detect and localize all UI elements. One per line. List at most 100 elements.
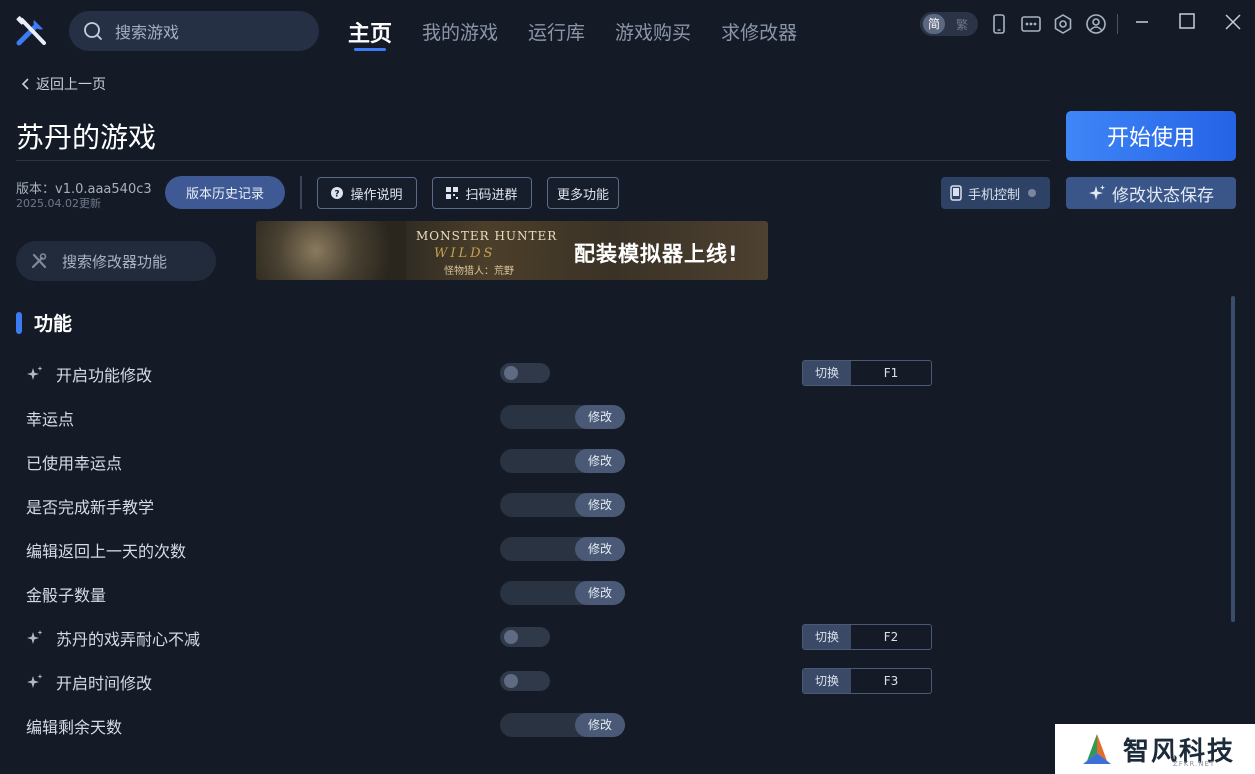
feature-label-text: 苏丹的戏弄耐心不减: [56, 630, 201, 649]
modify-button[interactable]: 修改: [575, 493, 625, 517]
feature-label: 开启时间修改: [26, 670, 152, 694]
feature-row: 开启功能修改 切换 F1: [26, 360, 936, 386]
tab-my-games[interactable]: 我的游戏: [422, 0, 498, 62]
feature-label-text: 已使用幸运点: [26, 454, 123, 473]
feature-row: 幸运点 修改: [26, 405, 936, 429]
modify-button[interactable]: 修改: [575, 581, 625, 605]
feature-label: 是否完成新手教学: [26, 494, 154, 518]
feature-toggle[interactable]: [500, 627, 550, 647]
banner-title-cn: 怪物猎人：荒野: [444, 266, 514, 277]
modify-button[interactable]: 修改: [575, 449, 625, 473]
hotkey-action: 切换: [803, 361, 851, 385]
help-icon: ?: [331, 187, 344, 200]
phone-icon: [950, 185, 962, 201]
feature-row: 编辑返回上一天的次数 修改: [26, 537, 936, 561]
feature-row: 已使用幸运点 修改: [26, 449, 936, 473]
chat-icon[interactable]: [1020, 13, 1042, 35]
sparkle-icon: [1089, 185, 1105, 200]
feature-label: 编辑剩余天数: [26, 714, 122, 738]
back-label: 返回上一页: [36, 77, 106, 93]
user-icon[interactable]: [1085, 13, 1107, 35]
feature-value-field[interactable]: 修改: [500, 537, 625, 561]
lang-simplified[interactable]: 简: [923, 14, 945, 34]
banner-slogan: 配装模拟器上线!: [574, 242, 739, 266]
sparkle-icon: [27, 366, 43, 380]
settings-icon[interactable]: [1052, 13, 1074, 35]
feature-row: 金骰子数量 修改: [26, 581, 936, 605]
feature-label: 金骰子数量: [26, 582, 106, 606]
game-search-input[interactable]: 搜索游戏: [69, 11, 319, 51]
feature-label-text: 幸运点: [26, 410, 75, 429]
more-label: 更多功能: [556, 187, 609, 203]
sparkle-icon: [27, 630, 43, 644]
feature-value-field[interactable]: 修改: [500, 713, 625, 737]
help-button[interactable]: ? 操作说明: [317, 177, 417, 209]
feature-value-field[interactable]: 修改: [500, 493, 625, 517]
feature-toggle[interactable]: [500, 363, 550, 383]
watermark: 智风科技 ZFKR.NET: [1055, 724, 1255, 774]
version-history-button[interactable]: 版本历史记录: [165, 176, 285, 209]
minimize-icon[interactable]: [1128, 10, 1156, 36]
phone-icon[interactable]: [988, 13, 1010, 35]
more-features-button[interactable]: 更多功能: [547, 177, 619, 209]
hotkey-box[interactable]: 切换 F3: [802, 668, 932, 694]
svg-text:?: ?: [335, 190, 340, 200]
banner-title-en2: WILDS: [434, 246, 496, 261]
feature-label: 编辑返回上一天的次数: [26, 538, 186, 562]
feature-label: 苏丹的戏弄耐心不减: [26, 626, 200, 650]
modify-button[interactable]: 修改: [575, 537, 625, 561]
feature-value-field[interactable]: 修改: [500, 581, 625, 605]
update-date: 2025.04.02更新: [16, 197, 101, 210]
toolbar-divider: [1117, 14, 1118, 34]
feature-value-field[interactable]: 修改: [500, 449, 625, 473]
feature-label-text: 开启功能修改: [56, 366, 153, 385]
chevron-left-icon: [21, 78, 29, 90]
qr-group-button[interactable]: 扫码进群: [432, 177, 532, 209]
language-toggle[interactable]: 简 繁: [920, 12, 978, 36]
feature-search-input[interactable]: 搜索修改器功能: [16, 241, 216, 281]
save-state-button[interactable]: 修改状态保存: [1066, 177, 1236, 209]
tab-request-trainer[interactable]: 求修改器: [721, 0, 797, 62]
back-link[interactable]: 返回上一页: [20, 74, 106, 94]
lang-traditional[interactable]: 繁: [956, 16, 974, 33]
maximize-icon[interactable]: [1173, 10, 1201, 36]
feature-label-text: 开启时间修改: [56, 674, 153, 693]
toggle-knob: [504, 630, 518, 644]
feature-toggle[interactable]: [500, 671, 550, 691]
banner-title-en: MONSTER HUNTER: [416, 229, 558, 243]
phone-control-label: 手机控制: [968, 187, 1021, 203]
close-icon[interactable]: [1219, 10, 1247, 36]
feature-label: 已使用幸运点: [26, 450, 122, 474]
qr-label: 扫码进群: [465, 187, 518, 203]
feature-row: 是否完成新手教学 修改: [26, 493, 936, 517]
tab-runtime[interactable]: 运行库: [528, 0, 585, 62]
promo-banner[interactable]: MONSTER HUNTER WILDS 怪物猎人：荒野 配装模拟器上线!: [256, 221, 768, 280]
scrollbar[interactable]: [1231, 296, 1235, 622]
hotkey-action: 切换: [803, 625, 851, 649]
qr-icon: [446, 187, 459, 199]
feature-label: 开启功能修改: [26, 362, 152, 386]
watermark-sub: ZFKR.NET: [1173, 760, 1216, 768]
feature-row: 编辑剩余天数 修改: [26, 713, 936, 737]
title-divider: [16, 160, 1050, 161]
section-header: 功能: [16, 309, 72, 336]
search-icon: [84, 22, 102, 40]
tab-home[interactable]: 主页: [348, 0, 392, 62]
hotkey-box[interactable]: 切换 F2: [802, 624, 932, 650]
feature-label-text: 金骰子数量: [26, 586, 107, 605]
modify-button[interactable]: 修改: [575, 405, 625, 429]
search-placeholder: 搜索游戏: [115, 23, 180, 42]
feature-search-placeholder: 搜索修改器功能: [62, 252, 168, 271]
modify-button[interactable]: 修改: [575, 713, 625, 737]
phone-control-button[interactable]: 手机控制: [941, 177, 1050, 209]
main-nav: 主页 我的游戏 运行库 游戏购买 求修改器: [348, 0, 827, 62]
feature-label-text: 是否完成新手教学: [26, 498, 155, 517]
page-title: 苏丹的游戏: [16, 121, 157, 154]
status-dot: [1028, 189, 1037, 197]
tab-buy-games[interactable]: 游戏购买: [615, 0, 691, 62]
header-divider: [300, 176, 302, 209]
feature-value-field[interactable]: 修改: [500, 405, 625, 429]
hotkey-box[interactable]: 切换 F1: [802, 360, 932, 386]
start-button[interactable]: 开始使用: [1066, 111, 1236, 161]
app-logo-icon[interactable]: [14, 14, 50, 50]
